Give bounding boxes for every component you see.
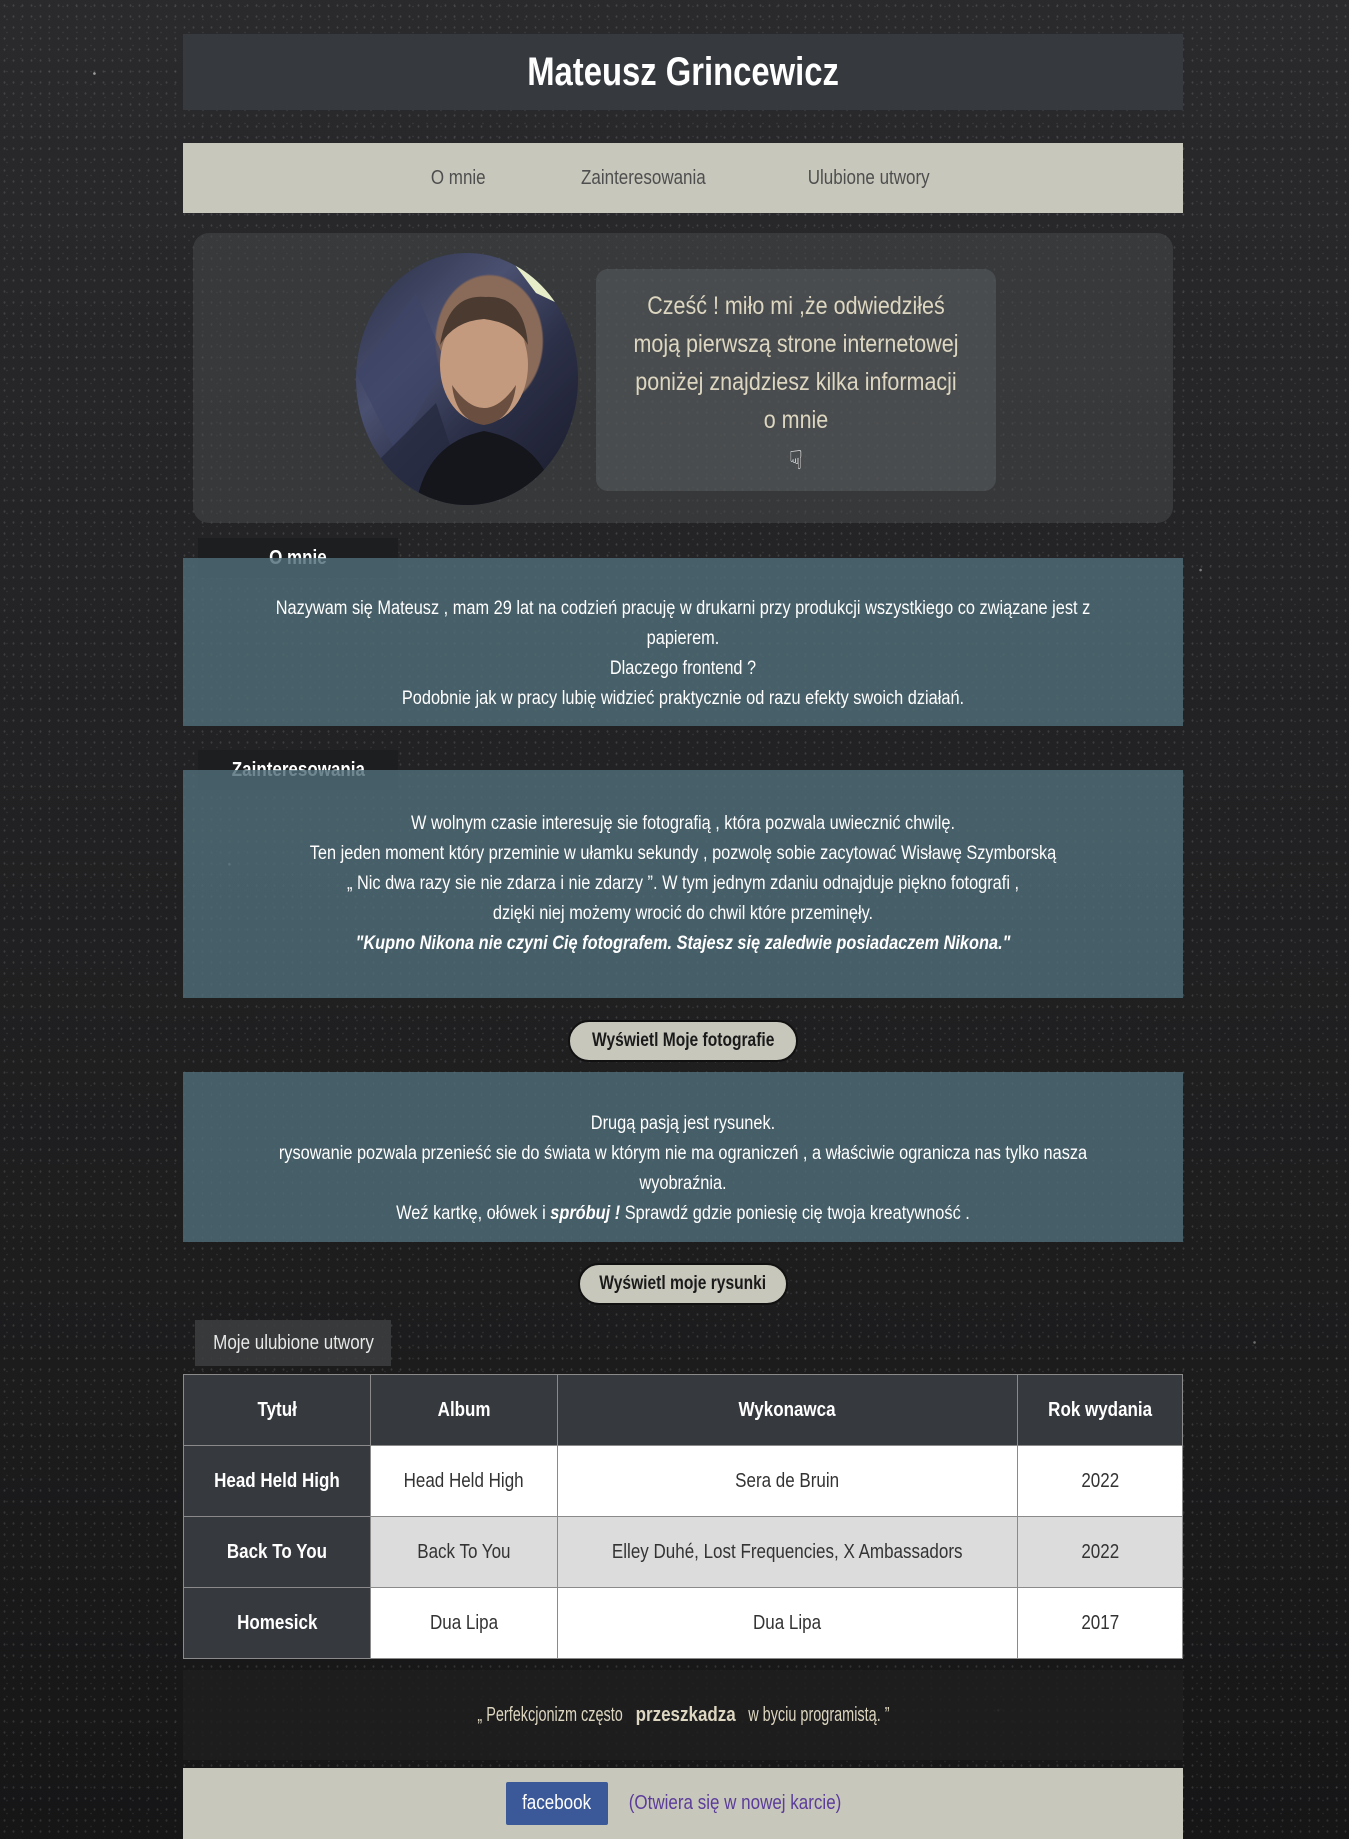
drawing-line-3-end: Sprawdź gdzie poniesię cię twoja kreatyw… <box>620 1203 970 1224</box>
songs-section-label-text: Moje ulubione utwory <box>212 1331 374 1354</box>
songs-table: Tytuł Album Wykonawca Rok wydania Head H… <box>183 1374 1183 1659</box>
greeting-line-3: poniżej znajdziesz kilka informacji <box>635 368 957 396</box>
site-header: Mateusz Grincewicz <box>183 34 1183 110</box>
song-title: Back To You <box>226 1540 327 1563</box>
footer-quote-end: w byciu programistą. ” <box>747 1703 890 1726</box>
nav-link-ulubione-utwory[interactable]: Ulubione utwory <box>808 167 930 190</box>
header-artist-text: Wykonawca <box>738 1398 836 1421</box>
site-footer: facebook (Otwiera się w nowej karcie) <box>183 1768 1183 1839</box>
table-row: Head Held High Head Held High Sera de Br… <box>183 1445 1183 1517</box>
song-album-cell: Dua Lipa <box>369 1587 558 1659</box>
header-cell-year: Rok wydania <box>1017 1374 1183 1446</box>
song-album-cell: Head Held High <box>369 1445 558 1517</box>
about-line-3: Podobnie jak w pracy lubię widzieć prakt… <box>401 688 965 709</box>
drawing-line-3-start: Weź kartkę, ołówek i <box>396 1203 551 1224</box>
facebook-link-label: facebook <box>522 1792 592 1814</box>
show-drawings-button[interactable]: Wyświetl moje rysunki <box>578 1263 788 1305</box>
drawing-panel: Drugą pasją jest rysunek. rysowanie pozw… <box>183 1072 1183 1242</box>
song-artist: Dua Lipa <box>753 1611 822 1634</box>
song-title-cell: Homesick <box>183 1587 371 1659</box>
song-year: 2022 <box>1081 1540 1119 1563</box>
header-cell-album: Album <box>369 1374 558 1446</box>
song-year: 2022 <box>1081 1469 1119 1492</box>
nav-link-zainteresowania[interactable]: Zainteresowania <box>581 167 706 190</box>
show-drawings-button-label: Wyświetl moje rysunki <box>599 1273 767 1294</box>
song-year-cell: 2017 <box>1017 1587 1183 1659</box>
song-album: Dua Lipa <box>429 1611 498 1634</box>
interests-line-2: Ten jeden moment który przeminie w ułamk… <box>309 843 1057 864</box>
drawing-line-3-emphasis: spróbuj ! <box>550 1203 621 1224</box>
song-year-cell: 2022 <box>1017 1445 1183 1517</box>
footer-quote: „ Perfekcjonizm często przeszkadza w byc… <box>183 1670 1183 1760</box>
footer-quote-text: „ Perfekcjonizm często przeszkadza w byc… <box>464 1704 901 1727</box>
song-title-cell: Head Held High <box>183 1445 371 1517</box>
about-panel: Nazywam się Mateusz , mam 29 lat na codz… <box>183 558 1183 726</box>
song-artist-cell: Sera de Bruin <box>556 1445 1019 1517</box>
greeting-box: Cześć ! miło mi ,że odwiedziłeś moją pie… <box>596 269 996 491</box>
profile-photo <box>356 253 578 505</box>
about-line-2: Dlaczego frontend ? <box>609 658 757 679</box>
song-year: 2017 <box>1081 1611 1119 1634</box>
hero-card: Cześć ! miło mi ,że odwiedziłeś moją pie… <box>193 233 1173 523</box>
songs-section-label: Moje ulubione utwory <box>195 1320 391 1366</box>
song-artist-cell: Elley Duhé, Lost Frequencies, X Ambassad… <box>556 1516 1019 1588</box>
song-album-cell: Back To You <box>369 1516 558 1588</box>
show-photos-button-label: Wyświetl Moje fotografie <box>591 1030 775 1051</box>
drawing-line-3: Weź kartkę, ołówek i spróbuj ! Sprawdź g… <box>253 1199 1113 1229</box>
interests-line-4: dzięki niej możemy wrocić do chwil które… <box>492 903 874 924</box>
main-nav: O mnie Zainteresowania Ulubione utwory <box>183 143 1183 213</box>
new-tab-note-text: (Otwiera się w nowej karcie) <box>628 1792 841 1814</box>
site-title: Mateusz Grincewicz <box>527 49 839 94</box>
interests-panel: W wolnym czasie interesuję sie fotografi… <box>183 770 1183 998</box>
table-row: Back To You Back To You Elley Duhé, Lost… <box>183 1516 1183 1588</box>
song-artist: Elley Duhé, Lost Frequencies, X Ambassad… <box>612 1540 963 1563</box>
show-photos-button[interactable]: Wyświetl Moje fotografie <box>568 1020 798 1062</box>
profile-photo-illustration <box>356 253 578 505</box>
song-artist-cell: Dua Lipa <box>556 1587 1019 1659</box>
interests-quote: "Kupno Nikona nie czyni Cię fotografem. … <box>355 933 1011 954</box>
footer-quote-emphasis: przeszkadza <box>635 1703 736 1726</box>
header-cell-title: Tytuł <box>183 1374 371 1446</box>
header-album-text: Album <box>437 1398 491 1421</box>
drawing-line-1: Drugą pasją jest rysunek. <box>590 1113 776 1134</box>
song-album: Head Held High <box>403 1469 524 1492</box>
song-title-cell: Back To You <box>183 1516 371 1588</box>
song-album: Back To You <box>417 1540 511 1563</box>
facebook-link[interactable]: facebook <box>506 1782 608 1825</box>
table-row: Homesick Dua Lipa Dua Lipa 2017 <box>183 1587 1183 1659</box>
song-artist: Sera de Bruin <box>735 1469 840 1492</box>
song-title: Head Held High <box>214 1469 340 1492</box>
nav-link-o-mnie[interactable]: O mnie <box>431 167 486 190</box>
header-year-text: Rok wydania <box>1048 1398 1153 1421</box>
new-tab-note: (Otwiera się w nowej karcie) <box>610 1792 860 1815</box>
greeting-line-1: Cześć ! miło mi ,że odwiedziłeś <box>647 292 945 320</box>
song-title: Homesick <box>236 1611 318 1634</box>
about-line-1: Nazywam się Mateusz , mam 29 lat na codz… <box>275 598 1091 649</box>
interests-line-1: W wolnym czasie interesuję sie fotografi… <box>410 813 955 834</box>
songs-table-header-row: Tytuł Album Wykonawca Rok wydania <box>183 1374 1183 1446</box>
greeting-line-4: o mnie <box>763 406 829 434</box>
greeting-line-2: moją pierwszą strone internetowej <box>633 330 959 358</box>
pointing-down-hand-icon: ☟ <box>789 445 803 475</box>
interests-line-3: „ Nic dwa razy sie nie zdarza i nie zdar… <box>346 873 1020 894</box>
song-year-cell: 2022 <box>1017 1516 1183 1588</box>
header-title-text: Tytuł <box>257 1398 297 1421</box>
header-cell-artist: Wykonawca <box>556 1374 1019 1446</box>
footer-quote-start: „ Perfekcjonizm często <box>477 1703 623 1726</box>
drawing-line-2: rysowanie pozwala przenieść sie do świat… <box>278 1143 1088 1194</box>
